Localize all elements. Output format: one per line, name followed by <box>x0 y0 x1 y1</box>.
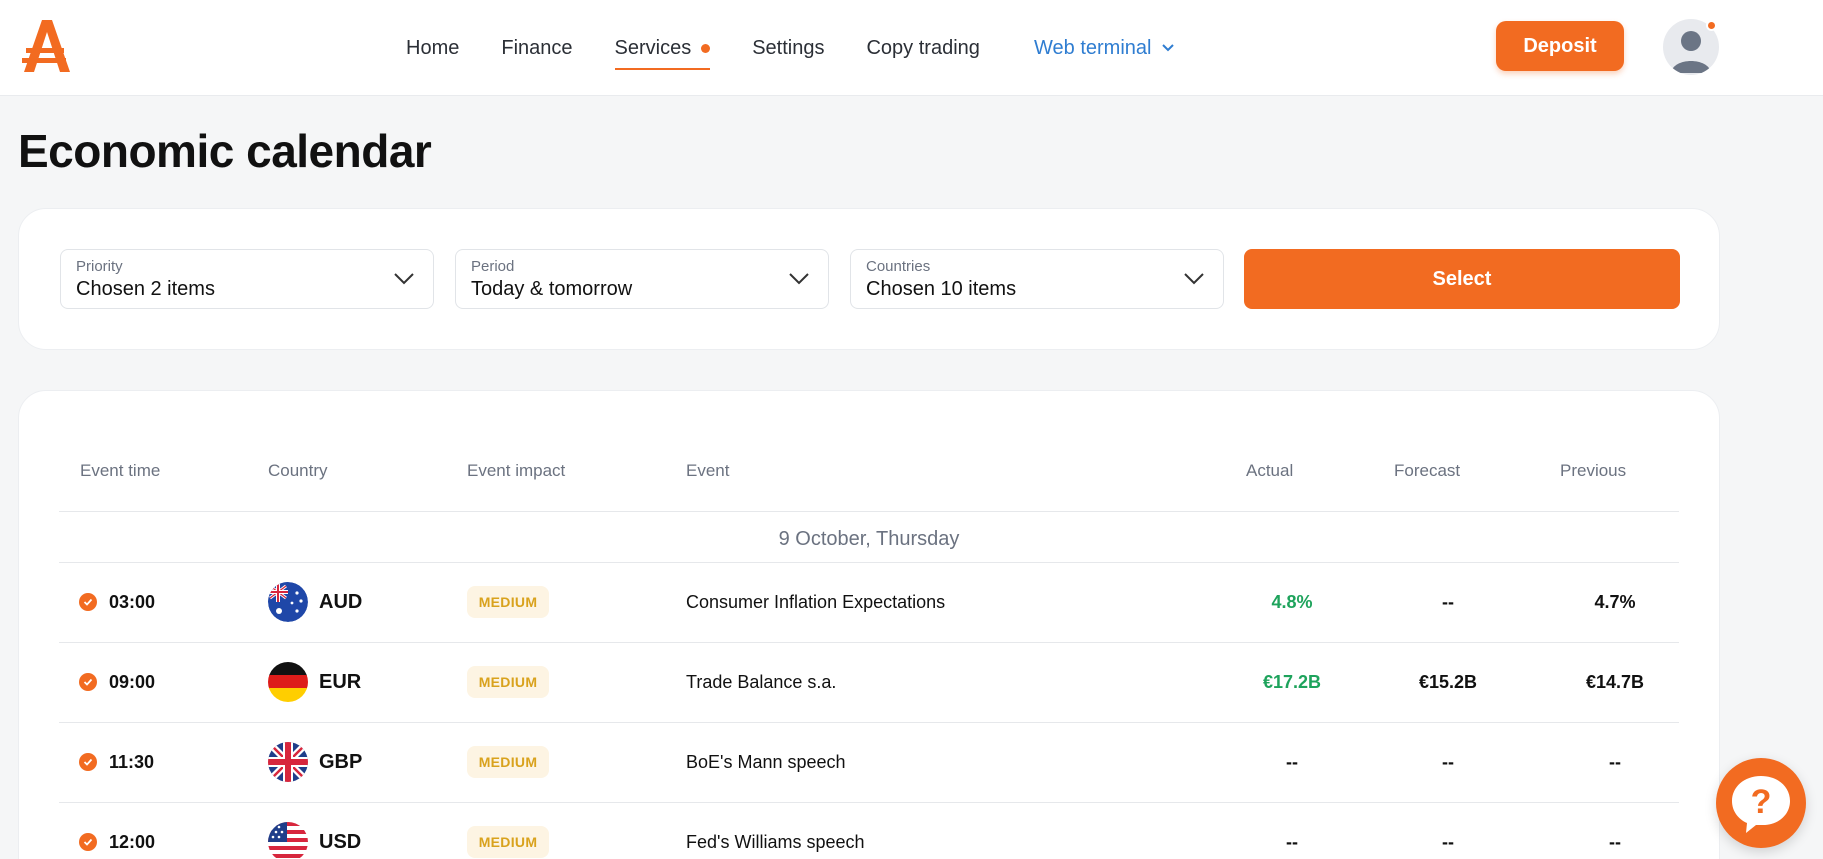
check-icon <box>79 673 97 691</box>
header-country: Country <box>268 461 328 480</box>
period-select-label: Period <box>471 258 515 275</box>
top-navigation-bar: Home Finance Services Settings Copy trad… <box>0 0 1823 96</box>
chevron-down-icon <box>1162 44 1175 52</box>
flag-gb-icon <box>268 742 308 782</box>
deposit-button[interactable]: Deposit <box>1496 21 1624 71</box>
chevron-down-icon <box>394 273 414 285</box>
select-button[interactable]: Select <box>1244 249 1680 309</box>
services-dot-icon <box>701 43 711 53</box>
countries-select-label: Countries <box>866 258 931 275</box>
help-icon: ? <box>1732 776 1790 833</box>
nav-settings[interactable]: Settings <box>752 0 824 96</box>
nav-services-label: Services <box>614 36 692 59</box>
event-name: Fed's Williams speech <box>686 832 865 852</box>
divider <box>59 511 1679 512</box>
header-event-time: Event time <box>80 461 161 480</box>
logo-icon[interactable] <box>18 18 76 76</box>
impact-badge: MEDIUM <box>467 586 549 618</box>
flag-au-icon <box>268 582 308 622</box>
actual-value: -- <box>1286 832 1298 852</box>
countries-select[interactable]: Countries Chosen 10 items <box>850 249 1224 309</box>
header-event-impact: Event impact <box>467 461 566 480</box>
previous-value: -- <box>1609 832 1621 852</box>
forecast-value: -- <box>1442 752 1454 772</box>
forecast-value: -- <box>1442 592 1454 612</box>
priority-select-value: Chosen 2 items <box>76 278 215 300</box>
impact-badge: MEDIUM <box>467 746 549 778</box>
forecast-value: -- <box>1442 832 1454 852</box>
chevron-down-icon <box>789 273 809 285</box>
header-forecast: Forecast <box>1394 461 1461 480</box>
help-button[interactable]: ? <box>1716 758 1806 848</box>
event-time: 09:00 <box>109 672 156 692</box>
header-event: Event <box>686 461 730 480</box>
countries-select-value: Chosen 10 items <box>866 278 1017 300</box>
nav-copy-trading[interactable]: Copy trading <box>866 0 979 96</box>
nav-finance-label: Finance <box>501 36 573 59</box>
previous-value: 4.7% <box>1594 592 1636 612</box>
check-icon <box>79 833 97 851</box>
currency-code: AUD <box>319 591 363 613</box>
period-select[interactable]: Period Today & tomorrow <box>455 249 829 309</box>
header-previous: Previous <box>1560 461 1627 480</box>
web-terminal-dropdown[interactable]: Web terminal <box>1034 0 1175 96</box>
chevron-down-icon <box>1184 273 1204 285</box>
nav-settings-label: Settings <box>752 36 825 59</box>
table-row[interactable]: 03:00 AUD MEDIUM Consumer Inflation Expe… <box>59 562 1679 642</box>
actual-value: -- <box>1286 752 1298 772</box>
nav-copy-trading-label: Copy trading <box>866 36 980 59</box>
event-name: Consumer Inflation Expectations <box>686 592 946 612</box>
table-row[interactable]: 11:30 GBP MEDIUM BoE's Mann speech -- --… <box>59 722 1679 802</box>
check-icon <box>79 753 97 771</box>
nav-home[interactable]: Home <box>406 0 459 96</box>
previous-value: -- <box>1609 752 1621 772</box>
svg-text:?: ? <box>1751 783 1772 821</box>
date-group-label: 9 October, Thursday <box>778 528 960 550</box>
impact-badge: MEDIUM <box>467 666 549 698</box>
currency-code: USD <box>319 831 362 853</box>
nav-services[interactable]: Services <box>614 0 711 96</box>
page-title: Economic calendar <box>18 125 432 177</box>
notification-dot-icon <box>1706 20 1717 31</box>
priority-select-label: Priority <box>76 258 123 275</box>
check-icon <box>79 593 97 611</box>
select-button-label: Select <box>1432 267 1492 290</box>
table-row[interactable]: 12:00 USD MEDIUM Fed's Williams speech -… <box>59 802 1679 859</box>
actual-value: €17.2B <box>1262 672 1322 692</box>
previous-value: €14.7B <box>1585 672 1645 692</box>
forecast-value: €15.2B <box>1418 672 1478 692</box>
impact-badge: MEDIUM <box>467 826 549 858</box>
table-row[interactable]: 09:00 EUR MEDIUM Trade Balance s.a. €17.… <box>59 642 1679 722</box>
currency-code: EUR <box>319 671 362 693</box>
filter-panel: Priority Chosen 2 items Period Today & t… <box>18 208 1720 350</box>
header-actual: Actual <box>1246 461 1294 480</box>
flag-de-icon <box>268 662 308 702</box>
nav-finance[interactable]: Finance <box>501 0 572 96</box>
events-table: Event time Country Event impact Event Ac… <box>18 390 1720 859</box>
event-name: Trade Balance s.a. <box>686 672 837 692</box>
actual-value: 4.8% <box>1271 592 1313 612</box>
web-terminal-label: Web terminal <box>1034 36 1152 59</box>
period-select-value: Today & tomorrow <box>471 278 633 300</box>
main-nav: Home Finance Services Settings Copy trad… <box>406 0 1022 96</box>
flag-us-icon <box>268 822 308 859</box>
event-time: 12:00 <box>109 832 156 852</box>
nav-home-label: Home <box>406 36 460 59</box>
event-name: BoE's Mann speech <box>686 752 846 772</box>
deposit-label: Deposit <box>1523 34 1597 57</box>
currency-code: GBP <box>319 751 363 773</box>
priority-select[interactable]: Priority Chosen 2 items <box>60 249 434 309</box>
event-time: 11:30 <box>109 752 155 772</box>
event-time: 03:00 <box>109 592 156 612</box>
